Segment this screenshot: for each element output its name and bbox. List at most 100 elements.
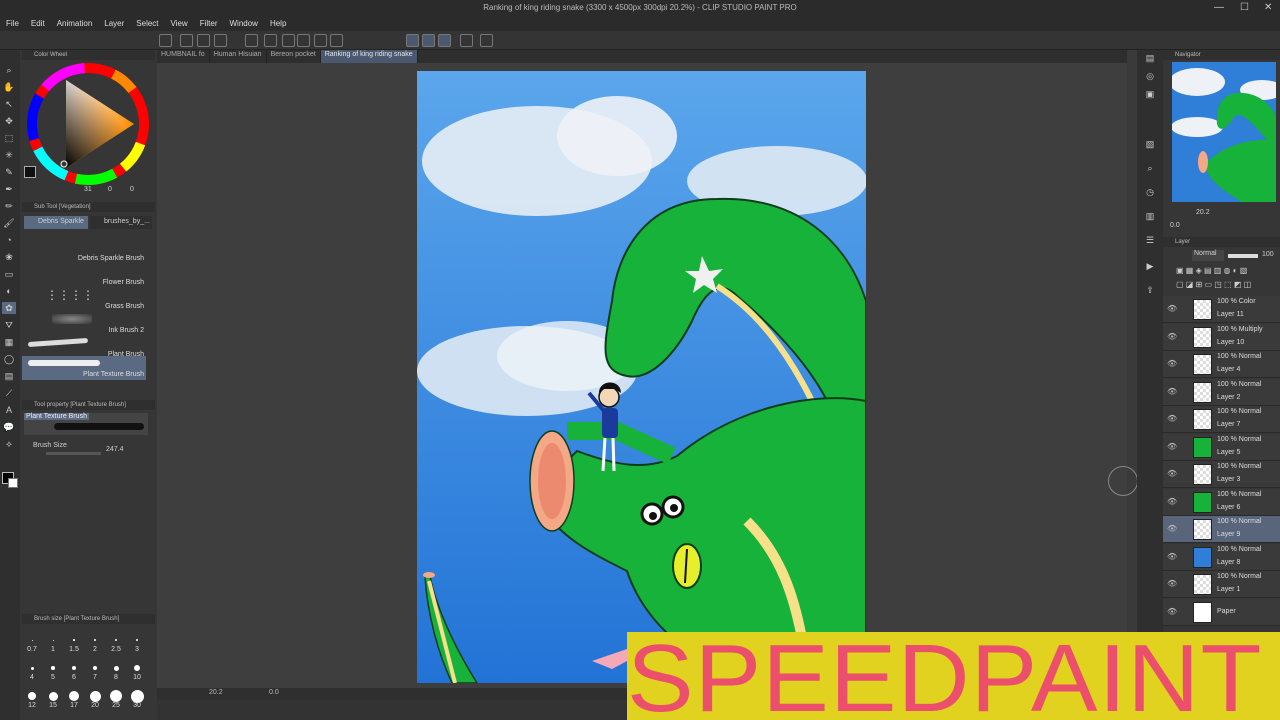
brush-item[interactable]: ⋮⋮⋮⋮ Grass Brush [22, 288, 146, 312]
canvas[interactable] [417, 71, 866, 683]
tab-active-document[interactable]: Ranking of king riding snake [320, 50, 418, 63]
tab-bereon[interactable]: Bereon pocket [267, 50, 321, 63]
brush-size-dot[interactable] [89, 690, 101, 702]
brush-size-dot[interactable] [113, 665, 119, 671]
eraser-icon[interactable]: ▭ [2, 268, 16, 280]
navigator-icon[interactable]: ◎ [1143, 70, 1157, 82]
gradient-icon[interactable]: ▦ [2, 336, 16, 348]
sub-color-swatch[interactable] [8, 478, 18, 488]
brush-size-dot[interactable] [94, 639, 96, 641]
layer-row-selected[interactable]: 👁 100 % Normal Layer 9 [1163, 516, 1280, 543]
layer-row[interactable]: 👁 100 % Normal Layer 1 [1163, 571, 1280, 598]
search-layer-icon[interactable]: ⌕ [1143, 162, 1157, 174]
visibility-eye-icon[interactable]: 👁 [1167, 579, 1177, 588]
visibility-eye-icon[interactable]: 👁 [1167, 387, 1177, 396]
fill-tool-icon[interactable]: ⛛ [2, 319, 16, 331]
brush-size-dot[interactable] [28, 692, 36, 700]
undo-icon[interactable] [245, 34, 258, 47]
frame-icon[interactable]: ▤ [2, 370, 16, 382]
menu-file[interactable]: File [0, 17, 25, 31]
move-icon[interactable]: ✥ [2, 115, 16, 127]
figure-icon[interactable]: ◯ [2, 353, 16, 365]
tab-thumbnail[interactable]: HUMBNAIL fo [157, 50, 210, 63]
zoom-icon[interactable]: ⌕ [2, 64, 16, 76]
layer-row[interactable]: 👁 100 % Normal Layer 6 [1163, 488, 1280, 516]
operation-icon[interactable]: ↖ [2, 98, 16, 110]
ruler-icon[interactable]: ⟋ [2, 387, 16, 399]
transform-icon[interactable] [330, 34, 343, 47]
brush-size-dot[interactable] [52, 639, 54, 641]
menu-view[interactable]: View [165, 17, 194, 31]
text-icon[interactable]: A [2, 404, 16, 416]
fill-icon[interactable] [314, 34, 327, 47]
angle-value[interactable]: 0.0 [269, 689, 279, 696]
brush-size-dot[interactable] [69, 691, 79, 701]
open-icon[interactable] [197, 34, 210, 47]
tab-human[interactable]: Human Hisuian [210, 50, 267, 63]
visibility-eye-icon[interactable]: 👁 [1167, 497, 1177, 506]
sub-tool-tab-brushes[interactable]: brushes_by_... [90, 216, 152, 229]
hand-icon[interactable]: ✋ [2, 81, 16, 93]
visibility-eye-icon[interactable]: 👁 [1167, 414, 1177, 423]
layer-panel-icon[interactable]: ☰ [1143, 234, 1157, 246]
current-color-swatch[interactable] [24, 166, 36, 178]
brush-size-dot[interactable] [134, 665, 140, 671]
menu-animation[interactable]: Animation [51, 17, 99, 31]
maximize-icon[interactable]: ☐ [1240, 2, 1249, 13]
opacity-value[interactable]: 100 [1262, 251, 1274, 258]
minimize-icon[interactable]: — [1214, 2, 1224, 13]
sub-view-icon[interactable]: ▣ [1143, 88, 1157, 100]
visibility-eye-icon[interactable]: 👁 [1167, 332, 1177, 341]
panel-toggle-icon[interactable]: ▤ [1143, 52, 1157, 64]
navigator-angle[interactable]: 0.0 [1170, 222, 1180, 229]
vegetation-icon[interactable]: ✿ [2, 302, 16, 314]
animation-icon[interactable]: ▶ [1143, 260, 1157, 272]
brush-size-dot[interactable] [31, 639, 33, 641]
visibility-eye-icon[interactable]: 👁 [1167, 469, 1177, 478]
brush-size-dot[interactable] [51, 666, 55, 670]
layer-row[interactable]: 👁 100 % Multiply Layer 10 [1163, 323, 1280, 351]
brush-size-dot[interactable] [110, 690, 122, 702]
color-wheel[interactable] [26, 62, 152, 186]
smartphone-icon[interactable] [460, 34, 473, 47]
eyedropper-icon[interactable]: ✎ [2, 166, 16, 178]
export-icon[interactable]: ⇪ [1143, 284, 1157, 296]
brush-size-slider[interactable] [46, 452, 101, 455]
menu-filter[interactable]: Filter [194, 17, 224, 31]
selection-icon[interactable]: ⬚ [2, 132, 16, 144]
brush-size-grid[interactable]: 0.7 1 1.5 2 2.5 3 4 5 6 7 8 10 12 15 17 20 25 30 [22, 628, 148, 720]
layer-row[interactable]: 👁 100 % Normal Layer 5 [1163, 433, 1280, 461]
menu-window[interactable]: Window [224, 17, 264, 31]
brush-item-selected[interactable]: Plant Texture Brush [22, 356, 146, 380]
decoration-icon[interactable]: ❀ [2, 251, 16, 263]
visibility-eye-icon[interactable]: 👁 [1167, 304, 1177, 313]
correct-line-icon[interactable]: ⟡ [2, 438, 16, 450]
visibility-eye-icon[interactable]: 👁 [1167, 524, 1177, 533]
visibility-eye-icon[interactable]: 👁 [1167, 607, 1177, 616]
brush-size-dot[interactable] [135, 638, 139, 642]
visibility-eye-icon[interactable]: 👁 [1167, 552, 1177, 561]
blend-mode-select[interactable]: Normal [1192, 250, 1224, 261]
menu-edit[interactable]: Edit [25, 17, 51, 31]
brush-size-dot[interactable] [92, 665, 98, 671]
brush-size-dot[interactable] [130, 689, 144, 703]
brush-size-dot[interactable] [73, 639, 75, 641]
layer-row[interactable]: 👁 100 % Normal Layer 4 [1163, 351, 1280, 378]
save-icon[interactable] [214, 34, 227, 47]
new-file-icon[interactable] [180, 34, 193, 47]
close-icon[interactable]: ✕ [1264, 2, 1272, 13]
brush-item[interactable]: Flower Brush [22, 264, 146, 288]
layer-row[interactable]: 👁 Paper [1163, 598, 1280, 626]
pencil-icon[interactable]: ✏ [2, 200, 16, 212]
visibility-eye-icon[interactable]: 👁 [1167, 442, 1177, 451]
settings-icon[interactable] [480, 34, 493, 47]
history-icon[interactable]: ◷ [1143, 186, 1157, 198]
layer-row[interactable]: 👁 100 % Normal Layer 7 [1163, 406, 1280, 433]
menu-help[interactable]: Help [264, 17, 292, 31]
layer-row[interactable]: 👁 100 % Color Layer 11 [1163, 296, 1280, 323]
brush-item[interactable]: Debris Sparkle Brush [22, 240, 146, 264]
menu-layer[interactable]: Layer [98, 17, 130, 31]
blend-icon[interactable]: ◐ [2, 285, 16, 297]
auto-select-icon[interactable]: ✳ [2, 149, 16, 161]
visibility-eye-icon[interactable]: 👁 [1167, 359, 1177, 368]
